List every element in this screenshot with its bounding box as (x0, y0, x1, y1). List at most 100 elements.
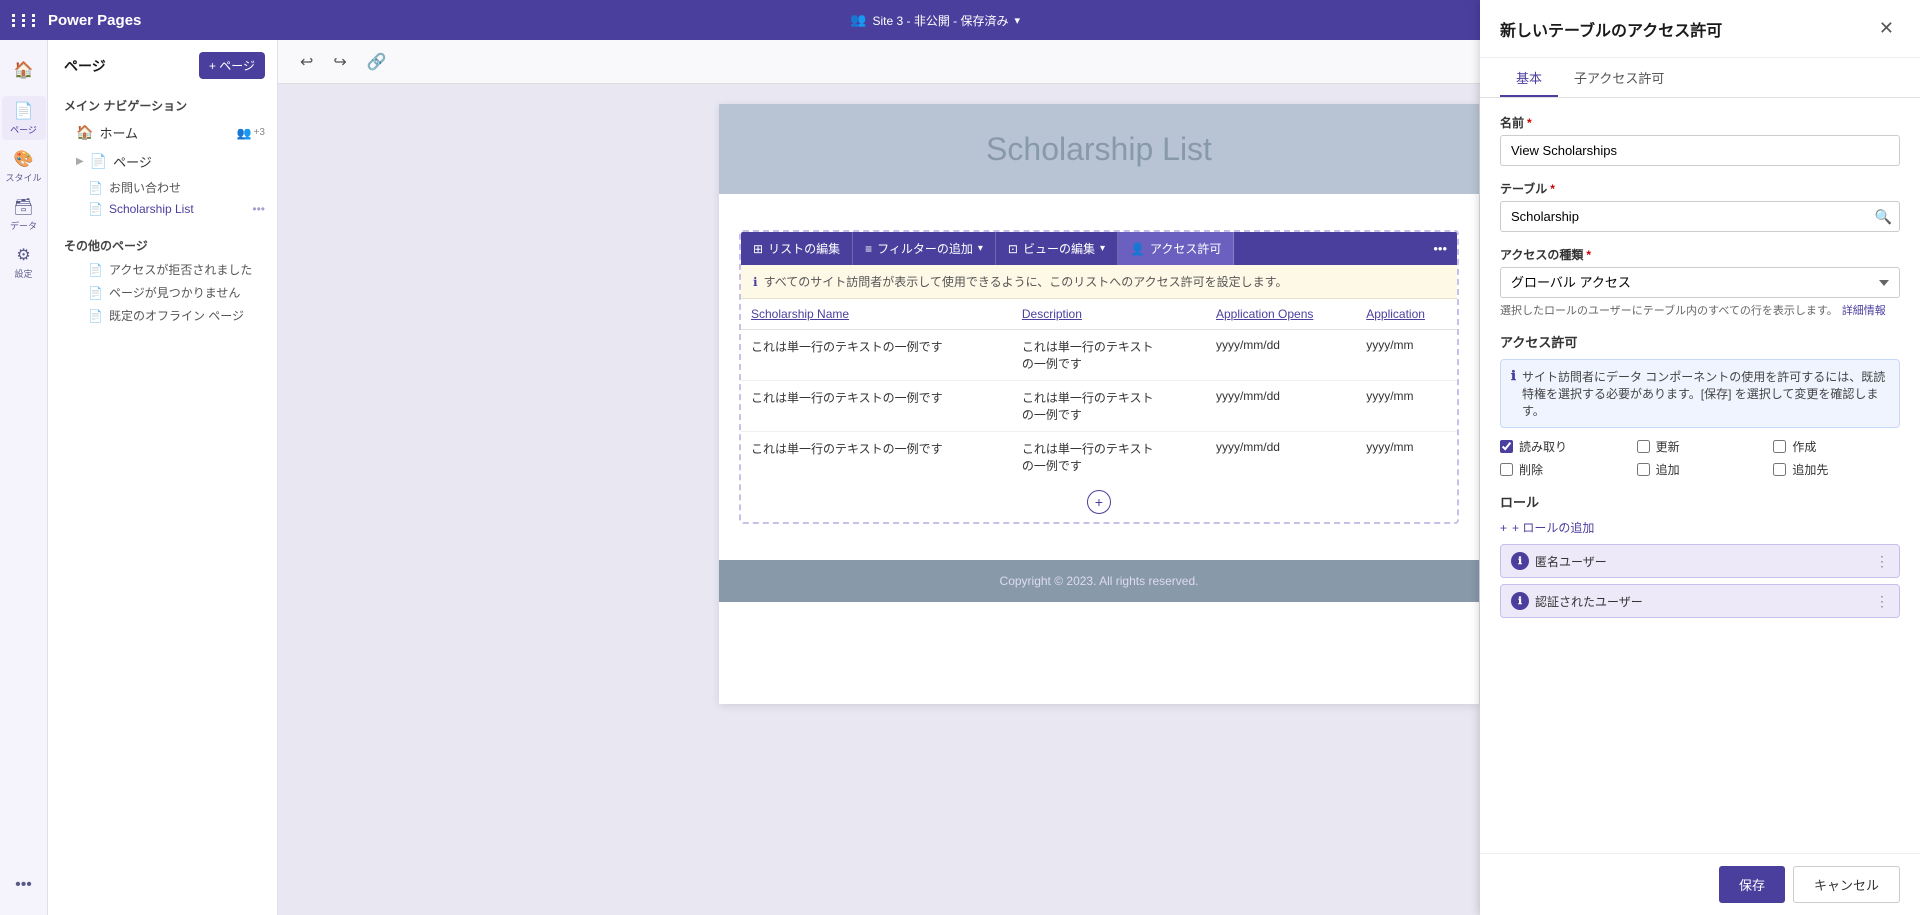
info-box-icon: ℹ (1511, 368, 1516, 384)
cell-app-2: yyyy/mm (1356, 381, 1457, 432)
page-canvas: Scholarship List ⊞ リストの編集 ≡ フィルターの追加 ▾ ⊡… (719, 104, 1479, 704)
page-nav-icon: 📄 (90, 153, 107, 170)
permissions-grid: 読み取り 更新 作成 削除 追加 追加先 (1500, 438, 1900, 478)
access-type-hint-text: 選択したロールのユーザーにテーブル内のすべての行を表示します。 (1500, 302, 1838, 318)
access-permission-section-title: アクセス許可 (1500, 332, 1900, 351)
access-icon: 👤 (1130, 242, 1145, 256)
edit-list-icon: ⊞ (753, 242, 763, 256)
sidebar-settings-label: 設定 (14, 267, 32, 280)
not-found-icon: 📄 (88, 286, 103, 300)
tab-child-access[interactable]: 子アクセス許可 (1558, 58, 1680, 97)
authenticated-role-icon: ℹ (1511, 592, 1529, 610)
table-required: * (1550, 182, 1555, 196)
info-icon: ℹ (753, 275, 758, 289)
app-title: Power Pages (48, 12, 141, 29)
list-add-row-button[interactable]: + (741, 482, 1457, 522)
save-button[interactable]: 保存 (1719, 866, 1785, 903)
delete-label: 削除 (1519, 461, 1543, 478)
list-component: ⊞ リストの編集 ≡ フィルターの追加 ▾ ⊡ ビューの編集 ▾ 👤 アクセス許… (739, 230, 1459, 524)
authenticated-role-more-icon[interactable]: ⋮ (1875, 593, 1889, 610)
offline-icon: 📄 (88, 309, 103, 323)
right-panel-tabs: 基本 子アクセス許可 (1480, 58, 1920, 98)
nav-sub-scholarship-list[interactable]: 📄 Scholarship List ••• (48, 199, 277, 219)
sidebar-pages-label: ページ (10, 123, 37, 136)
append-to-label: 追加先 (1792, 461, 1828, 478)
tab-basic[interactable]: 基本 (1500, 58, 1558, 97)
left-sidebar: 🏠 📄 ページ 🎨 スタイル 🗃 データ ⚙ 設定 ••• (0, 40, 48, 915)
not-found-label: ページが見つかりません (109, 284, 240, 301)
right-panel: 新しいテーブルのアクセス許可 ✕ 基本 子アクセス許可 名前 * テーブル * … (1480, 0, 1920, 915)
add-page-button[interactable]: + ページ (199, 52, 265, 79)
table-input[interactable] (1500, 201, 1900, 232)
name-label: 名前 * (1500, 114, 1900, 131)
read-checkbox[interactable] (1500, 440, 1513, 453)
right-panel-title: 新しいテーブルのアクセス許可 (1500, 17, 1722, 41)
add-role-button[interactable]: + + ロールの追加 (1500, 519, 1594, 536)
checkbox-create[interactable]: 作成 (1773, 438, 1900, 455)
undo-button[interactable]: ↩ (294, 48, 319, 76)
list-more-icon[interactable]: ••• (1423, 233, 1457, 264)
access-info-text: サイト訪問者にデータ コンポーネントの使用を許可するには、既読 特権を選択する必… (1522, 368, 1889, 419)
add-checkbox[interactable] (1637, 463, 1650, 476)
cancel-label: キャンセル (1814, 878, 1879, 893)
col-header-desc[interactable]: Description (1012, 299, 1206, 330)
delete-checkbox[interactable] (1500, 463, 1513, 476)
sidebar-item-more[interactable]: ••• (2, 863, 46, 907)
grid-icon (12, 14, 40, 27)
close-panel-button[interactable]: ✕ (1873, 16, 1900, 41)
table-label-text: テーブル (1500, 180, 1547, 197)
redo-button[interactable]: ↪ (327, 48, 352, 76)
access-permission-button[interactable]: 👤 アクセス許可 (1118, 232, 1234, 265)
col-header-app[interactable]: Application (1356, 299, 1457, 330)
checkbox-update[interactable]: 更新 (1637, 438, 1764, 455)
scholarship-more-icon[interactable]: ••• (252, 202, 265, 216)
pages-icon: 📄 (14, 101, 34, 121)
sidebar-item-pages[interactable]: 📄 ページ (2, 96, 46, 140)
scholarship-nav-label: Scholarship List (109, 202, 194, 216)
cell-name-3: これは単一行のテキストの一例です (741, 432, 1012, 483)
nav-item-home[interactable]: 🏠 ホーム 👥 +3 (48, 118, 277, 147)
cancel-button[interactable]: キャンセル (1793, 866, 1900, 903)
create-label: 作成 (1792, 438, 1816, 455)
app-logo[interactable]: Power Pages (12, 12, 141, 29)
sidebar-item-styles[interactable]: 🎨 スタイル (2, 144, 46, 188)
nav-sub-contact[interactable]: 📄 お問い合わせ (48, 176, 277, 199)
access-denied-icon: 📄 (88, 263, 103, 277)
cell-desc-3: これは単一行のテキストの一例です (1012, 432, 1206, 483)
cell-desc-1: これは単一行のテキストの一例です (1012, 330, 1206, 381)
checkbox-add[interactable]: 追加 (1637, 461, 1764, 478)
add-filter-button[interactable]: ≡ フィルターの追加 ▾ (853, 232, 996, 265)
col-header-opens[interactable]: Application Opens (1206, 299, 1356, 330)
detail-link[interactable]: 詳細情報 (1842, 302, 1886, 318)
settings-sidebar-icon: ⚙ (16, 245, 30, 265)
sidebar-item-home[interactable]: 🏠 (2, 48, 46, 92)
checkbox-read[interactable]: 読み取り (1500, 438, 1627, 455)
list-info-bar: ℹ すべてのサイト訪問者が表示して使用できるように、このリストへのアクセス許可を… (741, 265, 1457, 299)
page-footer: Copyright © 2023. All rights reserved. (719, 560, 1479, 602)
form-field-access-type: アクセスの種類 * グローバル アクセス 選択したロールのユーザーにテーブル内の… (1500, 246, 1900, 318)
name-input[interactable] (1500, 135, 1900, 166)
checkbox-append-to[interactable]: 追加先 (1773, 461, 1900, 478)
nav-sub-access-denied[interactable]: 📄 アクセスが拒否されました (48, 258, 277, 281)
sidebar-item-settings[interactable]: ⚙ 設定 (2, 240, 46, 284)
edit-list-button[interactable]: ⊞ リストの編集 (741, 232, 853, 265)
checkbox-delete[interactable]: 削除 (1500, 461, 1627, 478)
edit-view-button[interactable]: ⊡ ビューの編集 ▾ (996, 232, 1118, 265)
nav-sub-offline[interactable]: 📄 既定のオフライン ページ (48, 304, 277, 327)
create-checkbox[interactable] (1773, 440, 1786, 453)
anonymous-role-more-icon[interactable]: ⋮ (1875, 553, 1889, 570)
append-to-checkbox[interactable] (1773, 463, 1786, 476)
form-field-name: 名前 * (1500, 114, 1900, 166)
nav-sub-not-found[interactable]: 📄 ページが見つかりません (48, 281, 277, 304)
home-nav-badge: 👥 +3 (237, 126, 265, 140)
sidebar-item-data[interactable]: 🗃 データ (2, 192, 46, 236)
form-field-table: テーブル * 🔍 (1500, 180, 1900, 232)
nav-item-pages-expand[interactable]: ▶ 📄 ページ (48, 147, 277, 176)
cell-opens-2: yyyy/mm/dd (1206, 381, 1356, 432)
access-type-select[interactable]: グローバル アクセス (1500, 267, 1900, 298)
update-checkbox[interactable] (1637, 440, 1650, 453)
link-button[interactable]: 🔗 (361, 48, 393, 76)
add-page-label: + ページ (209, 57, 255, 74)
col-header-name[interactable]: Scholarship Name (741, 299, 1012, 330)
add-role-plus-icon: + (1500, 521, 1507, 535)
